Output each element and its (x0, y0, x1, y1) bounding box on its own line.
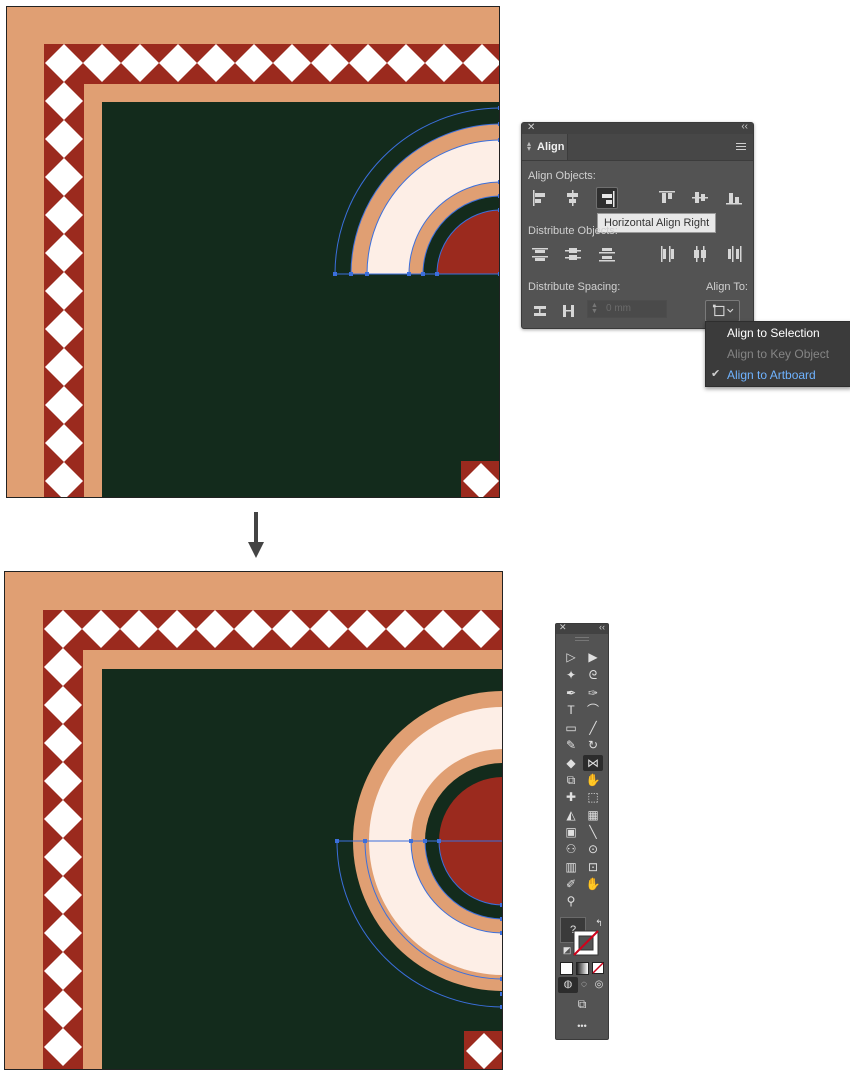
eraser-tool-icon[interactable]: ◆ (561, 755, 581, 771)
horizontal-align-center-icon[interactable] (562, 187, 584, 209)
spacing-value: 0 mm (606, 303, 631, 314)
direct-selection-tool-icon[interactable]: ▶ (583, 649, 603, 665)
tab-arrows-icon: ▴ ▾ (527, 139, 532, 153)
puppet-warp-tool-icon[interactable]: ✚ (561, 789, 581, 805)
screen-mode-icon[interactable]: ⧉ (572, 996, 592, 1012)
grip-handle[interactable] (575, 637, 589, 641)
type-tool-icon[interactable]: T (561, 702, 581, 718)
horizontal-distribute-right-icon[interactable] (723, 243, 745, 265)
eyedropper-tool-icon[interactable]: ⚇ (561, 841, 581, 857)
tab-align-label: Align (537, 141, 565, 153)
horizontal-distribute-left-icon[interactable] (656, 243, 678, 265)
align-to-menu: Align to Selection Align to Key Object ✔… (705, 321, 850, 387)
vertical-distribute-center-icon[interactable] (562, 243, 584, 265)
slice-tool-icon[interactable]: ✐ (561, 876, 581, 892)
align-objects-label: Align Objects: (528, 170, 596, 182)
vertical-align-center-icon[interactable] (689, 187, 711, 209)
lasso-tool-icon[interactable]: ᘓ (583, 667, 603, 683)
edit-toolbar-icon[interactable]: ••• (572, 1018, 592, 1034)
horizontal-align-right-icon[interactable] (596, 187, 618, 209)
mesh-tool-icon[interactable]: ▣ (561, 824, 581, 840)
scale-tool-icon[interactable]: ⧉ (561, 772, 581, 788)
hamburger-menu-icon[interactable] (736, 143, 746, 152)
selection-tool-icon[interactable]: ▷ (561, 649, 581, 665)
hand-tool-icon[interactable]: ✋ (583, 876, 603, 892)
color-mode-icon[interactable] (560, 962, 573, 975)
vertical-distribute-bottom-icon[interactable] (596, 243, 618, 265)
close-icon[interactable]: ✕ (559, 622, 567, 633)
tools-panel: ✕ ‹‹ ▷ ▶ ✦ ᘓ ✒ ✑ T ⌒ ▭ ╱ ✎ ↻ ◆ ⋈ ⧉ ✋ ✚ ⬚… (555, 622, 609, 1040)
shape-builder-tool-icon[interactable]: ◭ (561, 807, 581, 823)
horizontal-distribute-center-icon[interactable] (689, 243, 711, 265)
line-segment-tool-icon[interactable]: ╱ (583, 720, 603, 736)
artwork-before (7, 7, 499, 497)
menu-item-align-to-artboard[interactable]: Align to Artboard (727, 368, 816, 382)
vertical-align-bottom-icon[interactable] (723, 187, 745, 209)
artboard-before (6, 6, 500, 498)
arc-tool-icon[interactable]: ⌒ (583, 702, 603, 718)
align-to-label: Align To: (706, 281, 748, 293)
zoom-tool-icon[interactable]: ⚲ (561, 893, 581, 909)
vertical-distribute-top-icon[interactable] (529, 243, 551, 265)
artwork-after (5, 572, 502, 1069)
artboard-after (4, 571, 503, 1070)
distribute-spacing-label: Distribute Spacing: (528, 281, 621, 293)
vertical-align-top-icon[interactable] (656, 187, 678, 209)
align-to-artboard-button[interactable] (705, 300, 740, 322)
pen-tool-icon[interactable]: ✒ (561, 685, 581, 701)
panel-tab-row: ▴ ▾ Align (522, 134, 753, 161)
rectangle-tool-icon[interactable]: ▭ (561, 720, 581, 736)
perspective-grid-tool-icon[interactable]: ▦ (583, 807, 603, 823)
spacing-value-field[interactable]: ▲ ▼ 0 mm (587, 300, 667, 318)
paintbrush-tool-icon[interactable]: ✎ (561, 737, 581, 753)
curvature-tool-icon[interactable]: ✑ (583, 685, 603, 701)
double-chevron-icon[interactable]: ‹‹ (741, 121, 748, 132)
tab-align[interactable]: ▴ ▾ Align (522, 134, 568, 160)
column-graph-tool-icon[interactable]: ▥ (561, 859, 581, 875)
menu-item-align-to-selection[interactable]: Align to Selection (727, 326, 820, 340)
align-panel: ✕ ‹‹ ▴ ▾ Align Align Objects: Horizontal … (521, 121, 754, 329)
stepper-arrows-icon[interactable]: ▲ ▼ (591, 302, 598, 315)
double-chevron-icon[interactable]: ‹‹ (599, 622, 605, 632)
none-mode-icon[interactable] (592, 962, 604, 974)
magic-wand-tool-icon[interactable]: ✦ (561, 667, 581, 683)
gradient-mode-icon[interactable] (576, 962, 589, 975)
horizontal-align-left-icon[interactable] (529, 187, 551, 209)
default-fill-stroke-icon[interactable]: ◩ (557, 942, 577, 958)
checkmark-icon: ✔ (711, 368, 721, 380)
tools-titlebar: ✕ ‹‹ (556, 622, 608, 634)
free-transform-tool-icon[interactable]: ⬚ (583, 789, 603, 805)
reflect-tool-icon[interactable]: ⋈ (583, 755, 603, 771)
artboard-tool-icon[interactable]: ⊡ (583, 859, 603, 875)
draw-inside-icon[interactable]: ◎ (589, 977, 609, 993)
horizontal-distribute-space-icon[interactable] (558, 300, 580, 322)
down-arrow-icon (248, 512, 264, 558)
blend-tool-icon[interactable]: ⊙ (583, 841, 603, 857)
swap-fill-stroke-icon[interactable]: ↰ (589, 915, 609, 931)
warp-tool-icon[interactable]: ✋ (583, 772, 603, 788)
panel-titlebar: ✕ ‹‹ (522, 121, 753, 134)
vertical-distribute-space-icon[interactable] (529, 300, 551, 322)
shaper-tool-icon[interactable]: ↻ (583, 737, 603, 753)
menu-item-align-to-key-object[interactable]: Align to Key Object (727, 347, 829, 361)
distribute-objects-label: Distribute Objects: (528, 225, 618, 237)
artboard-align-icon (712, 304, 734, 317)
close-icon[interactable]: ✕ (527, 122, 535, 133)
gradient-tool-icon[interactable]: ╲ (583, 824, 603, 840)
